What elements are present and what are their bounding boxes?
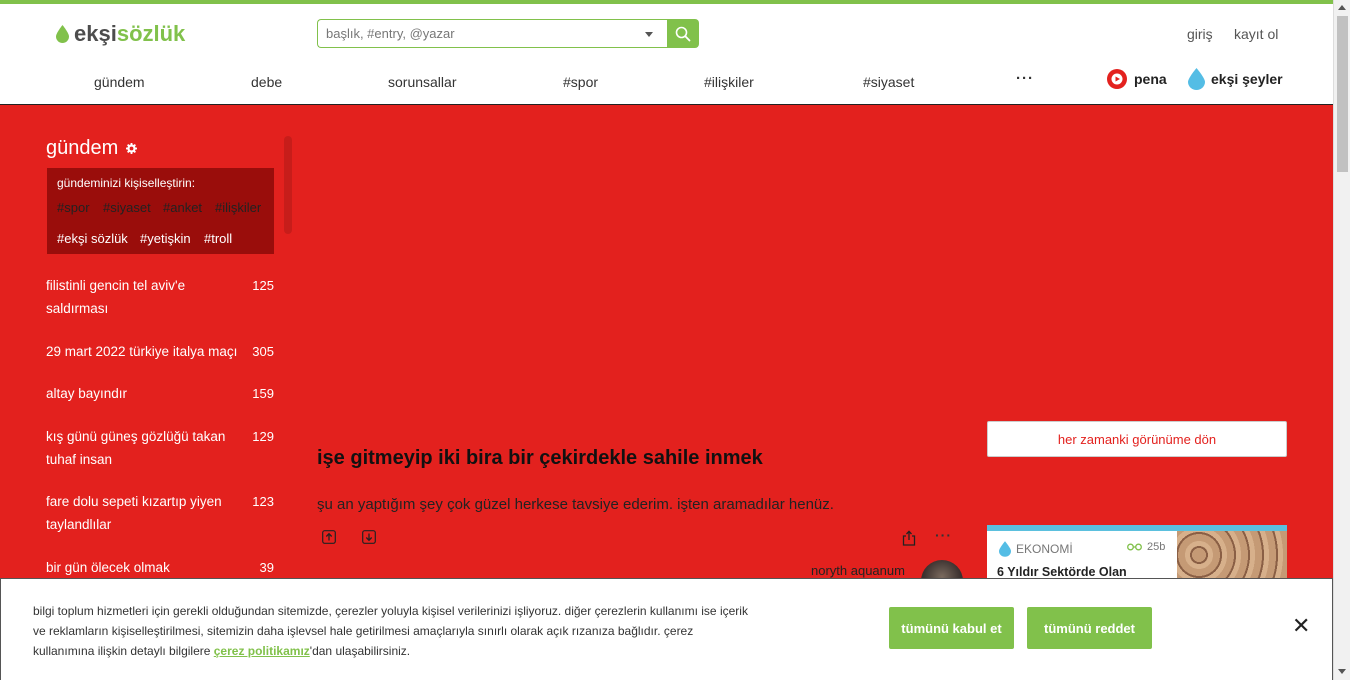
search-button[interactable] xyxy=(667,19,699,48)
logo-text-sozluk: sözlük xyxy=(116,21,186,46)
pena-link[interactable]: pena xyxy=(1106,68,1167,90)
topic-count: 123 xyxy=(252,494,274,509)
classic-view-button[interactable]: her zamanki görünüme dön xyxy=(987,421,1287,457)
water-drop-icon xyxy=(1188,68,1205,90)
tag-spor[interactable]: #spor xyxy=(57,200,90,215)
eksi-seyler-card[interactable]: EKONOMİ 25b 6 Yıldır Sektörde Olan xyxy=(987,525,1287,585)
reject-all-label: tümünü reddet xyxy=(1044,620,1135,636)
classic-view-label: her zamanki görünüme dön xyxy=(1057,431,1217,447)
cookie-policy-link[interactable]: çerez politikamız xyxy=(214,644,310,658)
tag-troll[interactable]: #troll xyxy=(204,231,232,246)
upvote-icon[interactable] xyxy=(322,530,336,544)
card-category-label: EKONOMİ xyxy=(1016,542,1073,556)
topic-title: altay bayındır xyxy=(46,386,128,401)
login-link[interactable]: giriş xyxy=(1187,26,1213,42)
sidebar-title-text: gündem xyxy=(46,137,119,159)
tag-eksi-sozluk[interactable]: #ekşi sözlük xyxy=(57,231,128,246)
entry-author[interactable]: noryth aquanum xyxy=(811,563,905,578)
glasses-icon xyxy=(1127,543,1142,551)
search-box xyxy=(317,19,667,48)
nav-sorunsallar[interactable]: sorunsallar xyxy=(388,74,456,90)
sidebar-scrollbar[interactable] xyxy=(284,136,292,234)
topic-title: kış günü güneş gözlüğü takan tuhaf insan xyxy=(46,429,226,467)
topic-title: 29 mart 2022 türkiye italya maçı xyxy=(46,344,238,359)
topic-item[interactable]: bir gün ölecek olmak 39 xyxy=(46,556,276,579)
entry-title[interactable]: işe gitmeyip iki bira bir çekirdekle sah… xyxy=(317,447,763,470)
nav-spor[interactable]: #spor xyxy=(563,74,598,90)
pena-icon xyxy=(1107,69,1127,89)
eksi-seyler-link[interactable]: ekşi şeyler xyxy=(1188,68,1283,90)
topic-count: 159 xyxy=(252,386,274,401)
accept-all-label: tümünü kabul et xyxy=(901,620,1002,636)
entry-more-button[interactable]: ··· xyxy=(935,527,952,543)
topic-count: 129 xyxy=(252,429,274,444)
topic-title: filistinli gencin tel aviv'e saldırması xyxy=(46,278,186,316)
drop-icon xyxy=(56,25,69,43)
scroll-down-arrow-icon[interactable] xyxy=(1338,669,1346,674)
search-bar xyxy=(317,19,699,48)
search-input[interactable] xyxy=(318,20,628,47)
cookie-banner: bilgi toplum hizmetleri için gerekli old… xyxy=(0,578,1333,680)
topic-item[interactable]: 29 mart 2022 türkiye italya maçı 305 xyxy=(46,340,276,363)
close-icon[interactable]: ✕ xyxy=(1292,615,1310,637)
topic-item[interactable]: fare dolu sepeti kızartıp yiyen taylandl… xyxy=(46,490,276,536)
register-link[interactable]: kayıt ol xyxy=(1234,26,1278,42)
topic-count: 305 xyxy=(252,344,274,359)
tag-siyaset[interactable]: #siyaset xyxy=(103,200,151,215)
topic-item[interactable]: kış günü güneş gözlüğü takan tuhaf insan… xyxy=(46,425,276,471)
cookie-text-end: 'dan ulaşabilirsiniz. xyxy=(309,644,411,658)
topic-title: bir gün ölecek olmak xyxy=(46,560,170,575)
nav-more-button[interactable]: ··· xyxy=(1016,70,1034,87)
tag-yetiskin[interactable]: #yetişkin xyxy=(140,231,191,246)
search-dropdown-icon[interactable] xyxy=(645,32,653,37)
page-scrollbar[interactable] xyxy=(1333,0,1350,680)
topic-count: 39 xyxy=(259,560,274,575)
entry-content: şu an yaptığım şey çok güzel herkese tav… xyxy=(317,496,834,513)
search-icon xyxy=(675,26,691,41)
sidebar-title[interactable]: gündem xyxy=(46,137,138,160)
scroll-up-arrow-icon[interactable] xyxy=(1338,5,1346,10)
card-headline: 6 Yıldır Sektörde Olan xyxy=(997,565,1127,579)
topic-title: fare dolu sepeti kızartıp yiyen taylandl… xyxy=(46,494,222,532)
cookie-text: bilgi toplum hizmetleri için gerekli old… xyxy=(33,601,753,661)
personalize-label: gündeminizi kişiselleştirin: xyxy=(57,176,196,190)
downvote-icon[interactable] xyxy=(362,530,376,544)
logo-text-eksi: ekşi xyxy=(74,21,117,46)
card-category: EKONOMİ xyxy=(999,541,1073,557)
gear-icon[interactable] xyxy=(126,143,138,154)
tag-iliskiler[interactable]: #ilişkiler xyxy=(215,200,261,215)
page-scrollbar-thumb[interactable] xyxy=(1337,16,1348,172)
nav-gundem[interactable]: gündem xyxy=(94,74,145,90)
nav-iliskiler[interactable]: #ilişkiler xyxy=(704,74,754,90)
eksi-seyler-label: ekşi şeyler xyxy=(1211,71,1283,87)
share-icon[interactable] xyxy=(902,530,916,546)
card-image xyxy=(1177,531,1287,585)
site-header: ekşisözlük giriş kayıt ol gündem debe so… xyxy=(0,4,1333,105)
nav-siyaset[interactable]: #siyaset xyxy=(863,74,914,90)
topic-count: 125 xyxy=(252,278,274,293)
topic-item[interactable]: filistinli gencin tel aviv'e saldırması … xyxy=(46,274,276,320)
tag-anket[interactable]: #anket xyxy=(163,200,202,215)
card-time-label: 25b xyxy=(1147,541,1166,553)
reject-all-button[interactable]: tümünü reddet xyxy=(1027,607,1152,649)
personalize-box: gündeminizi kişiselleştirin: #spor #siya… xyxy=(47,168,274,254)
pena-label: pena xyxy=(1134,71,1167,87)
nav-debe[interactable]: debe xyxy=(251,74,282,90)
topic-item[interactable]: altay bayındır 159 xyxy=(46,382,276,405)
card-time: 25b xyxy=(1127,541,1165,553)
water-drop-icon xyxy=(999,541,1011,557)
accept-all-button[interactable]: tümünü kabul et xyxy=(889,607,1014,649)
site-logo[interactable]: ekşi sözlük xyxy=(56,20,185,48)
